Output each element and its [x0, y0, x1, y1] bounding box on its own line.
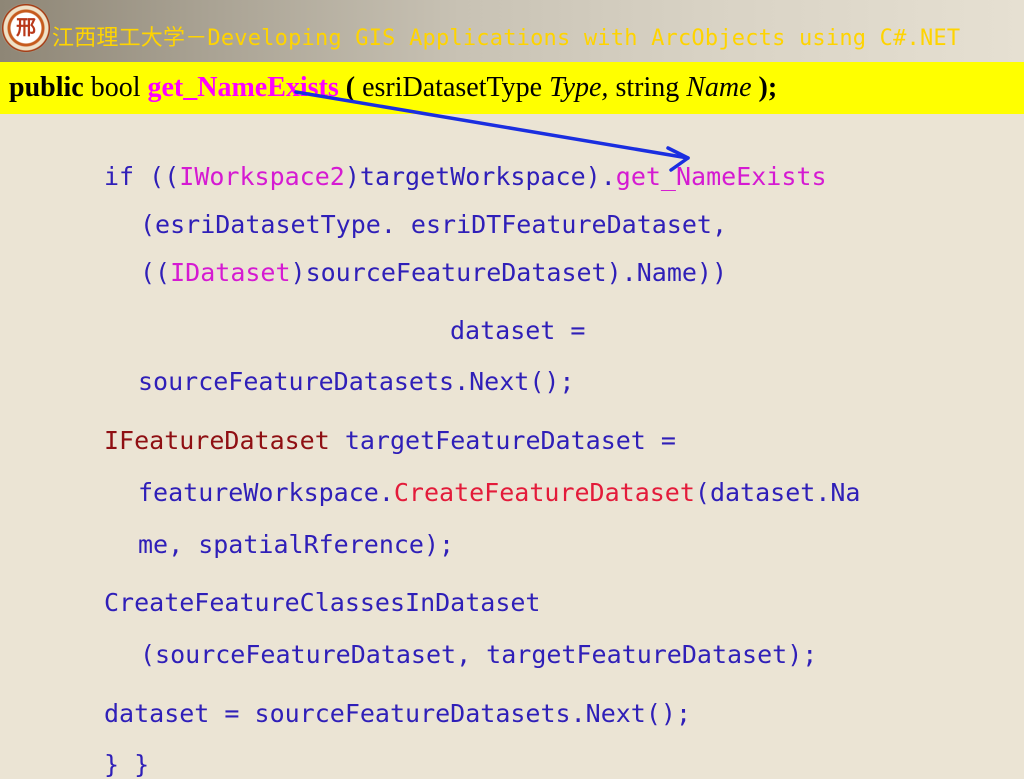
code-open-parens: (( — [140, 258, 171, 287]
code-line-4: dataset = — [450, 316, 586, 345]
code-feature-workspace: featureWorkspace. — [138, 478, 394, 507]
code-dataset-na: (dataset.Na — [694, 478, 861, 507]
code-line-11: dataset = sourceFeatureDatasets.Next(); — [104, 699, 691, 728]
university-logo: 邢 — [2, 4, 50, 52]
sig-method-name: get_NameExists — [147, 72, 339, 103]
code-line-1: if ((IWorkspace2)targetWorkspace).get_Na… — [104, 162, 827, 191]
code-line-9: CreateFeatureClassesInDataset — [104, 588, 541, 617]
code-line-10: (sourceFeatureDataset, targetFeatureData… — [140, 640, 818, 669]
code-source-name: )sourceFeatureDataset).Name)) — [290, 258, 728, 287]
code-if: if (( — [104, 162, 180, 191]
slide-header: 邢 江西理工大学－Developing GIS Applications wit… — [0, 0, 1024, 62]
code-line-6: IFeatureDataset targetFeatureDataset = — [104, 426, 676, 455]
sig-open-paren: ( — [338, 72, 363, 103]
sig-param2: Name — [686, 72, 752, 103]
sig-close: ); — [751, 72, 778, 103]
code-line-5: sourceFeatureDatasets.Next(); — [138, 367, 575, 396]
sig-param1: Type, — [549, 72, 609, 103]
sig-public: public — [9, 72, 84, 103]
code-target-fd: targetFeatureDataset = — [329, 426, 676, 455]
code-line-12: } } — [104, 750, 150, 779]
code-line-3: ((IDataset)sourceFeatureDataset).Name)) — [140, 258, 727, 287]
header-title: 江西理工大学－Developing GIS Applications with … — [52, 26, 961, 51]
sig-bool: bool — [83, 72, 148, 103]
code-get-nameexists: get_NameExists — [615, 162, 827, 191]
code-line-8: me, spatialRference); — [138, 530, 455, 559]
code-idataset: IDataset — [170, 258, 291, 287]
code-target-workspace: )targetWorkspace). — [344, 162, 616, 191]
code-line-2: (esriDatasetType. esriDTFeatureDataset, — [140, 210, 727, 239]
code-ifeaturedataset: IFeatureDataset — [104, 426, 330, 455]
method-signature: public bool get_NameExists ( esriDataset… — [9, 72, 777, 104]
code-line-7: featureWorkspace.CreateFeatureDataset(da… — [138, 478, 860, 507]
sig-type1: esriDatasetType — [362, 72, 550, 103]
sig-string: string — [608, 72, 687, 103]
code-create-fd: CreateFeatureDataset — [393, 478, 695, 507]
logo-glyph: 邢 — [16, 15, 36, 39]
code-iworkspace2: IWorkspace2 — [179, 162, 345, 191]
